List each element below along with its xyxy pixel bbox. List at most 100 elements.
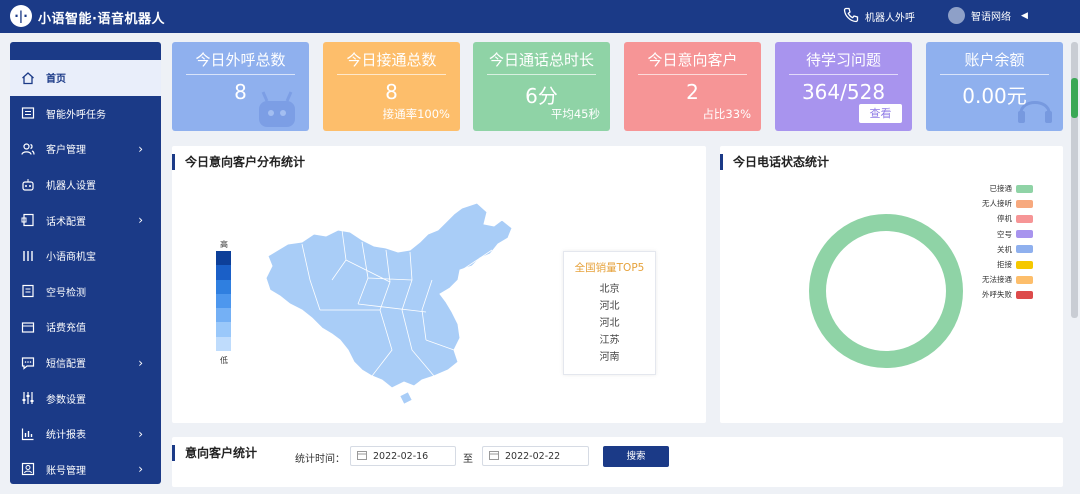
chevron-right-icon: ›: [138, 213, 143, 228]
top5-item: 河北: [599, 301, 620, 312]
start-date-input[interactable]: 2022-02-16: [350, 446, 456, 466]
legend-swatch: [1016, 199, 1033, 208]
legend-item[interactable]: 已接通: [990, 183, 1033, 194]
chart-icon: [20, 426, 36, 442]
headset-icon: [1018, 101, 1052, 123]
chevron-right-icon: ›: [138, 462, 143, 477]
legend-label: 拒接: [997, 260, 1012, 269]
panel-title: 今日电话状态统计: [720, 154, 829, 170]
sidebar-item[interactable]: 客户管理 ›: [10, 131, 161, 167]
end-date-input[interactable]: 2022-02-22: [482, 446, 589, 466]
sidebar-item[interactable]: 话费充值: [10, 309, 161, 345]
top5-item: 河南: [599, 352, 620, 363]
legend-swatch: [1016, 275, 1033, 284]
sidebar-item-label: 短信配置: [46, 359, 86, 371]
legend-swatch: [1016, 230, 1033, 239]
legend-item[interactable]: 停机: [997, 213, 1033, 224]
chevron-right-icon: ›: [138, 426, 143, 441]
sidebar-item[interactable]: 短信配置 ›: [10, 345, 161, 381]
sidebar-item[interactable]: 话术配置 ›: [10, 202, 161, 238]
stat-card-value: 8: [385, 80, 398, 104]
divider: [186, 74, 295, 75]
sidebar-item-label: 统计报表: [46, 430, 86, 442]
divider: [940, 74, 1049, 75]
status-donut-chart: [809, 214, 963, 368]
sidebar-item[interactable]: 统计报表 ›: [10, 416, 161, 452]
stat-card-title: 账户余额: [964, 51, 1025, 69]
search-button[interactable]: 搜索: [603, 446, 669, 467]
robot-call-button[interactable]: 机器人外呼: [843, 7, 915, 26]
to-label: 至: [463, 454, 473, 465]
stat-card: 今日接通总数 8 接通率100%: [323, 42, 460, 131]
stat-card-sub: 占比33%: [702, 107, 751, 121]
stat-card-value: 6分: [525, 84, 558, 108]
legend-item[interactable]: 外呼失败: [982, 289, 1033, 300]
stat-card-title: 今日外呼总数: [195, 51, 286, 69]
top5-title: 全国销量TOP5: [574, 262, 645, 274]
sidebar-item-label: 智能外呼任务: [46, 109, 106, 121]
calendar-icon: [489, 450, 499, 463]
legend-high-label: 高: [220, 240, 228, 249]
account-icon: [20, 461, 36, 477]
sidebar-item[interactable]: 首页: [10, 60, 161, 96]
legend-item[interactable]: 无法接通: [982, 274, 1033, 285]
scrollbar-thumb[interactable]: [1071, 78, 1078, 118]
sidebar-item[interactable]: 小语商机宝: [10, 238, 161, 274]
sidebar-item[interactable]: 账号管理 ›: [10, 452, 161, 484]
stat-card: 今日通话总时长 6分 平均45秒: [473, 42, 610, 131]
stat-card-sub: 平均45秒: [550, 107, 600, 121]
sidebar-item[interactable]: 参数设置: [10, 380, 161, 416]
stat-card: 今日意向客户 2 占比33%: [624, 42, 761, 131]
robot-icon: [20, 177, 36, 193]
stat-card-title: 今日通话总时长: [488, 51, 594, 69]
sidebar-item-label: 机器人设置: [46, 181, 96, 193]
script-icon: [20, 212, 36, 228]
detect-icon: [20, 283, 36, 299]
panel-title: 意向客户统计: [172, 445, 257, 461]
stat-card-value: 2: [686, 80, 699, 104]
divider: [638, 74, 747, 75]
legend-label: 外呼失败: [982, 290, 1012, 300]
robot-call-label: 机器人外呼: [865, 13, 915, 24]
view-button[interactable]: 查看: [859, 104, 902, 123]
sidebar-item[interactable]: 智能外呼任务: [10, 96, 161, 132]
legend-label: 无法接通: [982, 275, 1012, 285]
legend-label: 关机: [997, 244, 1012, 254]
task-icon: [20, 105, 36, 121]
stat-card-title: 今日接通总数: [346, 51, 437, 69]
legend-swatch: [1016, 184, 1033, 193]
sidebar-item-label: 话费充值: [46, 323, 86, 335]
calendar-icon: [357, 450, 367, 463]
legend-item[interactable]: 关机: [997, 244, 1033, 255]
sidebar-item[interactable]: 机器人设置: [10, 167, 161, 203]
legend-item[interactable]: 无人接听: [982, 198, 1033, 209]
color-scale-step: [216, 279, 231, 294]
sidebar-item-label: 客户管理: [46, 145, 86, 157]
panel-title: 今日意向客户分布统计: [172, 154, 305, 170]
user-menu[interactable]: 智语网络 ◀: [948, 7, 1028, 24]
color-scale-step: [216, 265, 231, 280]
stat-card: 今日外呼总数 8: [172, 42, 309, 131]
legend-swatch: [1016, 260, 1033, 269]
color-scale-step: [216, 293, 231, 309]
top5-item: 河北: [599, 318, 620, 329]
users-icon: [20, 141, 36, 157]
phone-icon: [843, 7, 859, 26]
logo-icon: ·|·: [10, 5, 32, 27]
sidebar-item-label: 账号管理: [46, 465, 86, 477]
top5-item: 北京: [599, 284, 620, 295]
donut-slice[interactable]: [809, 214, 963, 368]
divider: [487, 74, 596, 75]
stat-card-sub: 接通率100%: [382, 107, 450, 121]
sidebar-item[interactable]: 空号检测: [10, 274, 161, 310]
avatar: [948, 7, 965, 24]
sidebar-item-label: 首页: [46, 74, 66, 86]
sidebar-item-label: 小语商机宝: [46, 252, 96, 264]
china-map: [265, 202, 513, 405]
legend-swatch: [1016, 214, 1033, 223]
sidebar-item-label: 空号检测: [46, 287, 86, 299]
legend-item[interactable]: 空号: [997, 229, 1033, 240]
legend-item[interactable]: 拒接: [997, 259, 1033, 270]
user-name: 智语网络: [971, 12, 1011, 23]
legend-label: 停机: [997, 214, 1012, 224]
